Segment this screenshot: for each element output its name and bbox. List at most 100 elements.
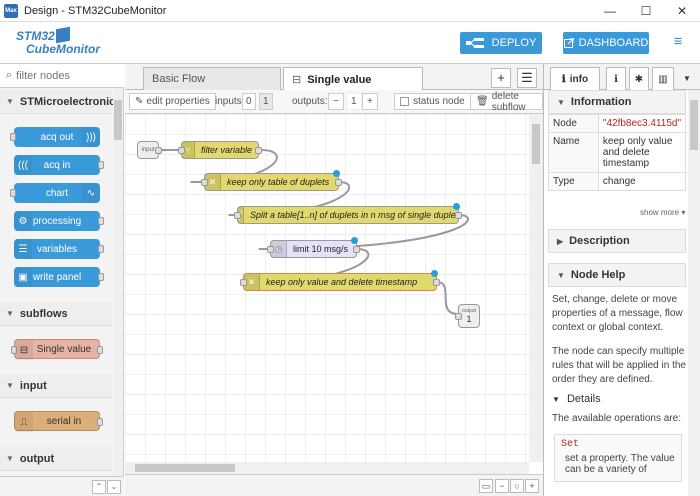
stm32cubemonitor-logo: STM32 CubeMonitor: [16, 26, 106, 58]
button-label: edit properties: [146, 96, 210, 107]
output-port[interactable]: [335, 179, 342, 186]
filter-nodes-input[interactable]: [16, 69, 107, 82]
scrollbar-thumb[interactable]: [532, 124, 540, 164]
output-port[interactable]: [255, 147, 262, 154]
output-port: [97, 346, 103, 354]
section-description[interactable]: ▶ Description: [548, 229, 686, 253]
navigator-icon[interactable]: ▭: [479, 479, 493, 493]
palette-node-write-panel[interactable]: ▣ write panel: [14, 267, 104, 287]
tab-basic-flow[interactable]: Basic Flow: [143, 67, 281, 90]
category-input[interactable]: ▼ input: [0, 374, 112, 398]
button-label: 1: [263, 96, 269, 107]
dashboard-button[interactable]: DASHBOARD: [563, 32, 649, 54]
section-node-help[interactable]: ▼ Node Help: [548, 263, 686, 287]
flow-node-keep-only-value[interactable]: ✕ keep only value and delete timestamp: [240, 270, 440, 291]
changed-indicator: [453, 203, 460, 210]
tab-label: Basic Flow: [152, 73, 206, 85]
flow-node-output[interactable]: output 1: [455, 304, 480, 328]
flow-node-filter-variable[interactable]: ⑂ filter variable: [178, 141, 262, 159]
button-label: delete subflow: [491, 90, 526, 113]
minimize-button[interactable]: —: [592, 0, 628, 22]
palette-scrollbar[interactable]: [113, 88, 123, 496]
output-port: [98, 245, 104, 253]
node-label: input: [141, 147, 155, 153]
edit-properties-button[interactable]: ✎ edit properties: [129, 93, 216, 110]
palette-node-acq-out[interactable]: acq out ))): [10, 127, 100, 147]
tab-debug[interactable]: ✱: [629, 67, 649, 90]
output-port[interactable]: [433, 279, 440, 286]
palette-node-single-value[interactable]: ⊟ Single value: [11, 339, 103, 360]
tab-label: info: [569, 73, 589, 85]
zoom-out-icon[interactable]: −: [495, 479, 509, 493]
checkbox-icon[interactable]: [400, 97, 409, 106]
input-port[interactable]: [267, 246, 274, 253]
info-key: Node: [548, 114, 599, 133]
output-port: [98, 217, 104, 225]
palette-node-processing[interactable]: ⚙ processing: [14, 211, 104, 231]
output-port[interactable]: [455, 212, 462, 219]
palette-node-acq-in[interactable]: ((( acq in: [14, 155, 104, 175]
palette-footer: ⌃ ⌄: [0, 476, 124, 496]
list-flows-icon[interactable]: ☰: [517, 68, 537, 88]
details-heading[interactable]: ▼ Details: [552, 393, 601, 405]
input-port[interactable]: [240, 279, 247, 286]
main-menu-icon[interactable]: ≡: [670, 34, 686, 50]
flow-node-input[interactable]: input: [137, 141, 162, 159]
output-port[interactable]: [155, 147, 162, 154]
output-port[interactable]: [353, 246, 360, 253]
input-port[interactable]: [178, 147, 185, 154]
flow-node-keep-only-table[interactable]: ✕ keep only table of duplets: [201, 170, 342, 191]
outputs-decrement-button[interactable]: −: [328, 93, 344, 110]
tab-single-value[interactable]: ⊟ Single value: [283, 67, 423, 91]
expand-all-icon[interactable]: ⌄: [107, 480, 121, 494]
scrollbar-thumb[interactable]: [114, 100, 122, 140]
tab-help[interactable]: ℹ: [606, 67, 626, 90]
add-flow-button[interactable]: +: [491, 68, 511, 88]
category-subflows[interactable]: ▼ subflows: [0, 302, 112, 326]
zoom-in-icon[interactable]: +: [525, 479, 539, 493]
outputs-increment-button[interactable]: +: [362, 93, 378, 110]
category-output[interactable]: ▼ output: [0, 447, 112, 471]
tab-dashboard[interactable]: ▥: [652, 67, 674, 90]
flow-canvas[interactable]: input ⑂ filter variable ✕ keep only tabl…: [125, 114, 529, 462]
input-port: [10, 189, 16, 197]
collapse-all-icon[interactable]: ⌃: [92, 480, 106, 494]
section-information[interactable]: ▼ Information: [548, 90, 686, 114]
inputs-0-button[interactable]: 0: [242, 93, 256, 110]
tab-info[interactable]: ℹ info: [550, 67, 600, 90]
dashboard-label: DASHBOARD: [578, 37, 649, 49]
palette-node-chart[interactable]: chart ∿: [10, 183, 100, 203]
canvas-vertical-scrollbar[interactable]: [529, 114, 543, 462]
chevron-down-icon: ▼: [6, 381, 14, 390]
zoom-reset-icon[interactable]: ○: [510, 479, 524, 493]
deploy-button[interactable]: DEPLOY: [460, 32, 542, 54]
inputs-1-button[interactable]: 1: [259, 93, 273, 110]
tab-menu-dropdown[interactable]: ▼: [678, 67, 696, 90]
input-port[interactable]: [234, 212, 241, 219]
show-more-link[interactable]: show more ▾: [640, 208, 685, 217]
gear-icon: ⚙: [14, 211, 32, 231]
maximize-button[interactable]: ☐: [628, 0, 664, 22]
scrollbar-thumb[interactable]: [135, 464, 235, 472]
scrollbar-thumb[interactable]: [690, 100, 698, 150]
flow-node-limit[interactable]: ◷ limit 10 msg/s: [267, 237, 360, 258]
node-label: keep only value and delete timestamp: [266, 277, 418, 287]
output-port: [97, 418, 103, 426]
logo-line2: CubeMonitor: [26, 42, 100, 56]
workspace: Basic Flow ⊟ Single value + ☰ ✎ edit pro…: [125, 64, 543, 496]
category-stmicroelectronics[interactable]: ▼ STMicroelectronics: [0, 90, 121, 114]
delete-subflow-button[interactable]: 🗑 delete subflow: [470, 90, 543, 113]
operation-name: Set: [561, 439, 580, 450]
close-button[interactable]: ✕: [664, 0, 700, 22]
input-port[interactable]: [455, 313, 462, 320]
palette-node-serial-in[interactable]: ⎍ serial in: [14, 411, 103, 432]
sidebar-scrollbar[interactable]: [688, 90, 700, 496]
node-label: limit 10 msg/s: [293, 244, 349, 254]
status-node-toggle[interactable]: status node: [394, 93, 471, 110]
input-port[interactable]: [201, 179, 208, 186]
flow-node-split-table[interactable]: ƒ Split a table[1..n] of duplets in n ms…: [234, 203, 462, 224]
category-label: subflows: [19, 307, 68, 320]
canvas-horizontal-scrollbar[interactable]: [125, 462, 529, 474]
signal-in-icon: (((: [14, 155, 32, 175]
palette-node-variables[interactable]: ☰ variables: [14, 239, 104, 259]
